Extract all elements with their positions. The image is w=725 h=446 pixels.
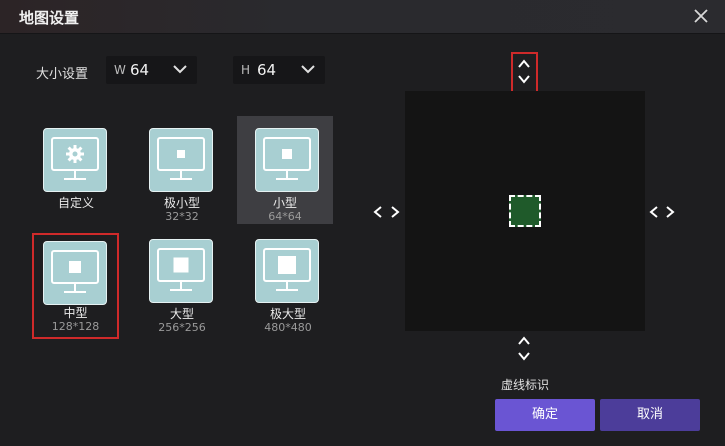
- preset-name: 小型: [272, 196, 297, 210]
- map-preview: [405, 91, 645, 331]
- preset-dims: 480*480: [264, 321, 312, 334]
- gear-icon: [51, 137, 99, 180]
- close-button[interactable]: [691, 6, 711, 26]
- preset-name: 中型: [63, 306, 88, 320]
- preset-dims: 256*256: [158, 321, 206, 334]
- chevron-left-icon[interactable]: [648, 205, 660, 219]
- chevron-up-icon[interactable]: [517, 335, 531, 347]
- preset-name: 极大型: [269, 307, 306, 321]
- monitor-icon: [255, 128, 319, 192]
- confirm-button[interactable]: 确定: [495, 399, 595, 431]
- preset-tiny[interactable]: 极小型 32*32: [137, 118, 227, 223]
- width-value: 64: [130, 61, 150, 79]
- preset-xlarge[interactable]: 极大型 480*480: [243, 229, 333, 334]
- preset-name: 大型: [169, 307, 194, 321]
- preset-dims: 128*128: [51, 320, 100, 333]
- dashed-marker-hint: 虚线标识: [501, 378, 550, 392]
- preset-medium[interactable]: 中型 128*128: [32, 233, 119, 339]
- size-setting-label: 大小设置: [36, 67, 89, 82]
- monitor-icon: [43, 241, 107, 305]
- chevron-right-icon[interactable]: [664, 205, 676, 219]
- chevron-up-icon[interactable]: [517, 58, 531, 70]
- preset-dims: 32*32: [165, 210, 199, 223]
- height-value: 64: [257, 61, 277, 79]
- dialog-title: 地图设置: [19, 9, 80, 27]
- chevron-down-icon[interactable]: [517, 350, 531, 362]
- preset-small[interactable]: 小型 64*64: [237, 116, 333, 224]
- close-icon: [694, 9, 708, 23]
- monitor-icon: [149, 128, 213, 192]
- height-prefix: H: [241, 63, 251, 77]
- cancel-button[interactable]: 取消: [600, 399, 700, 431]
- dashed-marker: [509, 195, 541, 227]
- chevron-down-icon[interactable]: [517, 73, 531, 85]
- width-prefix: W: [114, 63, 126, 77]
- width-select[interactable]: W 64: [106, 56, 197, 84]
- chevron-right-icon[interactable]: [389, 205, 401, 219]
- monitor-icon: [43, 128, 107, 192]
- preset-name: 自定义: [57, 196, 94, 210]
- chevron-left-icon[interactable]: [372, 205, 384, 219]
- monitor-icon: [149, 239, 213, 303]
- chevron-down-icon: [301, 65, 315, 74]
- preset-custom[interactable]: 自定义: [31, 118, 121, 222]
- height-select[interactable]: H 64: [233, 56, 325, 84]
- title-bar: 地图设置: [0, 0, 725, 34]
- chevron-down-icon: [173, 65, 187, 74]
- preset-large[interactable]: 大型 256*256: [137, 229, 227, 334]
- preset-name: 极小型: [163, 196, 200, 210]
- preset-dims: 64*64: [268, 210, 302, 223]
- monitor-icon: [255, 239, 319, 303]
